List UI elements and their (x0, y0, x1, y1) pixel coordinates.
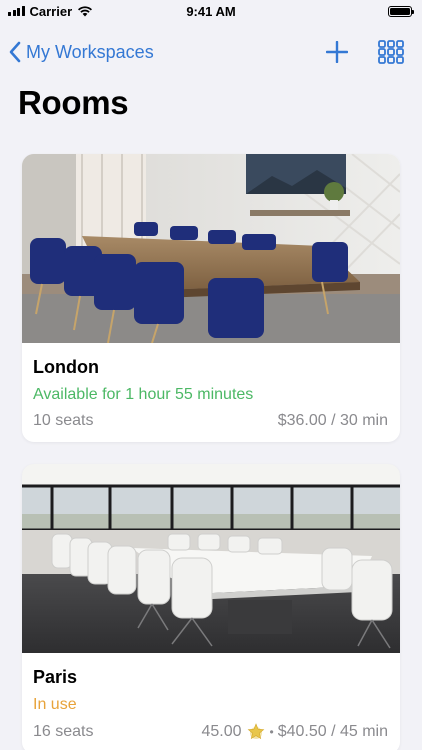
star-badge-icon (247, 723, 264, 740)
room-photo (22, 464, 400, 653)
status-left: Carrier (8, 4, 93, 19)
grid-view-button[interactable] (378, 40, 404, 64)
wifi-icon (78, 6, 93, 17)
status-bar: Carrier 9:41 AM (0, 0, 422, 22)
signal-icon (8, 6, 25, 16)
room-photo (22, 154, 400, 343)
separator-dot: • (269, 725, 274, 739)
battery-icon (388, 5, 414, 17)
room-availability: Available for 1 hour 55 minutes (33, 386, 254, 403)
room-footer: 16 seats 45.00 • $40.50 / 45 min (33, 722, 388, 742)
plus-icon (326, 41, 348, 63)
room-price-group: 45.00 • $40.50 / 45 min (201, 722, 388, 742)
room-availability: In use (33, 696, 77, 713)
page-title: Rooms (18, 84, 129, 121)
room-card-paris[interactable]: Paris In use 16 seats 45.00 • $40.50 / 4… (22, 464, 400, 750)
room-card-body: Paris In use 16 seats 45.00 • $40.50 / 4… (22, 653, 400, 750)
room-card-london[interactable]: London Available for 1 hour 55 minutes 1… (22, 154, 400, 442)
rooms-list: London Available for 1 hour 55 minutes 1… (22, 154, 400, 750)
room-footer: 10 seats $36.00 / 30 min (33, 412, 388, 430)
room-card-body: London Available for 1 hour 55 minutes 1… (22, 343, 400, 442)
chevron-left-icon (9, 41, 21, 63)
back-button[interactable]: My Workspaces (8, 41, 154, 63)
room-price: $36.00 / 30 min (277, 412, 388, 429)
carrier-label: Carrier (29, 3, 73, 19)
room-name: Paris (33, 667, 78, 687)
room-seats: 16 seats (33, 723, 94, 740)
room-price: $40.50 / 45 min (277, 723, 388, 740)
room-name: London (33, 357, 99, 377)
room-seats: 10 seats (33, 412, 94, 429)
grid-icon (378, 40, 404, 64)
back-button-label: My Workspaces (26, 41, 154, 62)
add-button[interactable] (326, 41, 348, 63)
nav-actions (326, 40, 404, 64)
navigation-bar: My Workspaces (0, 30, 422, 74)
room-rating: 45.00 (201, 723, 242, 740)
